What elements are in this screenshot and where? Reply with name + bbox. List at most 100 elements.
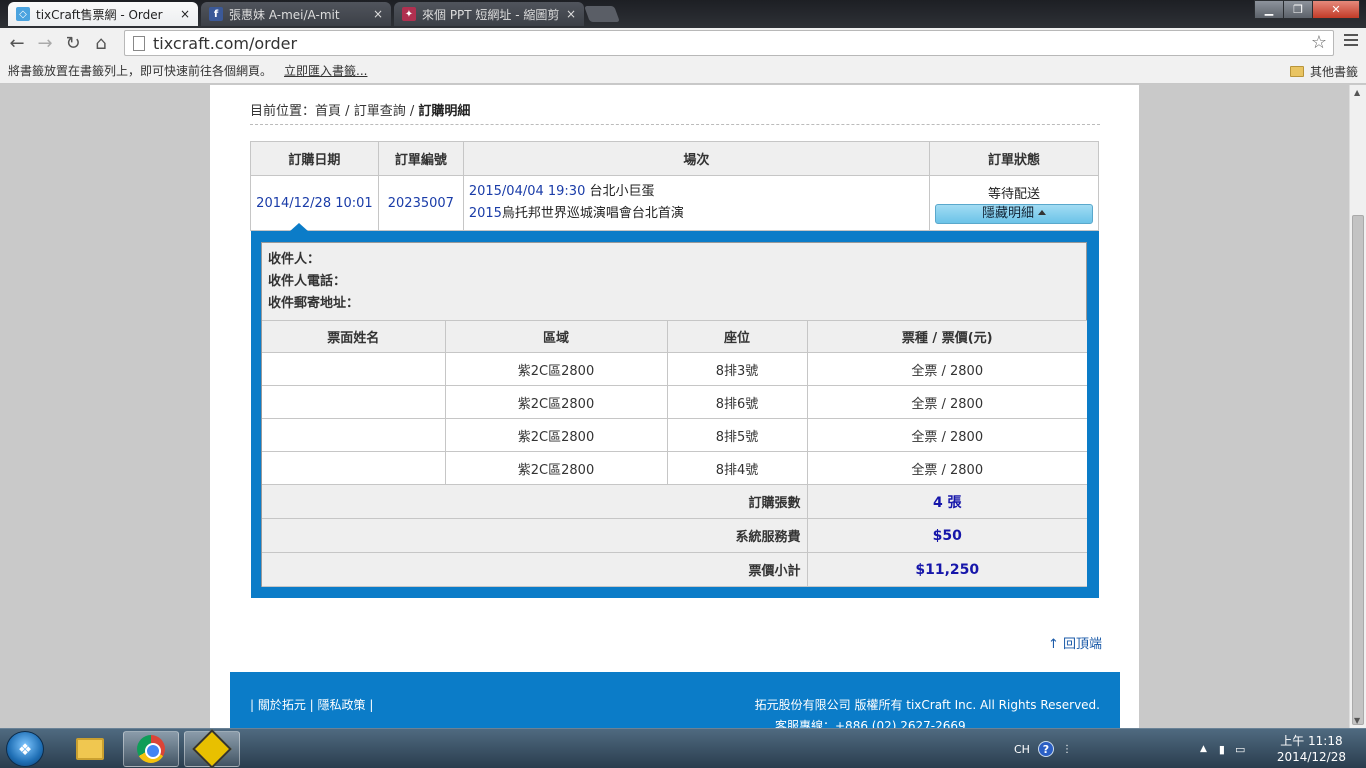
ppt-favicon-icon: ✦	[402, 7, 416, 21]
ticket-seat: 8排4號	[666, 451, 808, 485]
order-number: 20235007	[377, 175, 464, 231]
recipient-phone-label: 收件人電話：	[268, 274, 347, 289]
app-taskbar-button[interactable]	[184, 729, 240, 768]
quantity-value: 4 張	[806, 484, 1087, 519]
ticket-row: 紫2C區2800 8排3號 全票 / 2800	[262, 352, 1087, 386]
maximize-icon[interactable]: ❐	[1283, 0, 1313, 19]
order-date: 2014/12/28 10:01	[250, 175, 379, 231]
tab-close-icon[interactable]: ×	[180, 7, 190, 21]
scroll-down-icon[interactable]: ▼	[1354, 716, 1360, 725]
ticket-type-price: 全票 / 2800	[806, 352, 1087, 386]
tixcraft-favicon-icon: ◇	[16, 7, 30, 21]
facebook-favicon-icon: f	[209, 7, 223, 21]
ticket-seat: 8排6號	[666, 385, 808, 419]
tab-close-icon[interactable]: ×	[373, 7, 383, 21]
tab-title: 來個 PPT 短網址 - 縮圖剪	[422, 7, 560, 22]
summary-row-quantity: 訂購張數 4 張	[262, 484, 1087, 519]
subtotal-label: 票價小計	[262, 552, 808, 587]
scrollbar-thumb[interactable]	[1352, 215, 1364, 725]
vertical-scrollbar[interactable]: ▲ ▼	[1349, 85, 1366, 728]
reload-icon[interactable]: ↻	[59, 29, 87, 57]
back-arrow-icon[interactable]: ←	[3, 29, 31, 57]
breadcrumb-home-link[interactable]: 首頁	[315, 104, 341, 119]
address-bar[interactable]: tixcraft.com/order ☆	[124, 30, 1334, 56]
header-holder-name: 票面姓名	[262, 320, 446, 353]
window-controls: ▁ ❐ ✕	[1254, 0, 1360, 19]
hide-details-label: 隱藏明細	[981, 205, 1034, 221]
chrome-icon	[137, 735, 165, 763]
url-text[interactable]: tixcraft.com/order	[153, 34, 297, 53]
breadcrumb-current: 訂購明細	[418, 104, 471, 119]
ticket-area: 紫2C區2800	[444, 418, 668, 452]
home-icon[interactable]: ⌂	[87, 29, 115, 57]
header-order-date: 訂購日期	[250, 141, 379, 176]
session-time: 2015/04/04 19:30	[468, 184, 586, 199]
ime-options-icon[interactable]: ⋮	[1062, 744, 1072, 755]
tab-strip: ◇ tixCraft售票網 - Order × f 張惠妹 A-mei/A-mi…	[0, 0, 1366, 28]
clock-date: 2014/12/28	[1276, 750, 1346, 764]
back-to-top-link[interactable]: ↑ 回頂端	[1048, 633, 1102, 652]
order-header-row: 訂購日期 訂單編號 場次 訂單狀態	[250, 141, 1100, 176]
window-close-icon[interactable]: ✕	[1312, 0, 1360, 19]
explorer-taskbar-button[interactable]	[62, 731, 118, 767]
tab-tixcraft-order[interactable]: ◇ tixCraft售票網 - Order ×	[8, 2, 198, 26]
tab-title: tixCraft售票網 - Order	[36, 7, 163, 22]
ticket-row: 紫2C區2800 8排6號 全票 / 2800	[262, 385, 1087, 419]
new-tab-button[interactable]	[584, 6, 620, 22]
bookmark-star-icon[interactable]: ☆	[1311, 32, 1327, 53]
order-row: 2014/12/28 10:01 20235007 2015/04/04 19:…	[250, 175, 1100, 231]
system-clock[interactable]: 上午 11:18 2014/12/28	[1277, 733, 1346, 765]
hide-details-button[interactable]: 隱藏明細	[934, 203, 1093, 224]
footer-links[interactable]: | 關於拓元 | 隱私政策 |	[250, 696, 373, 713]
ticket-header-row: 票面姓名 區域 座位 票種 / 票價(元)	[262, 320, 1087, 353]
header-seat: 座位	[666, 320, 808, 353]
breadcrumb-prefix: 目前位置：	[250, 104, 316, 119]
breadcrumb-separator: /	[341, 104, 354, 119]
event-year: 2015	[468, 206, 502, 221]
chrome-taskbar-button[interactable]	[123, 731, 179, 767]
system-tray: ▲ ▮ ▭	[1200, 729, 1245, 768]
header-session: 場次	[462, 141, 930, 176]
breadcrumb-separator: /	[405, 104, 419, 119]
ticket-area: 紫2C區2800	[444, 385, 668, 419]
tab-amei-facebook[interactable]: f 張惠妹 A-mei/A-mit ×	[201, 2, 391, 26]
ticket-seat: 8排3號	[666, 352, 808, 386]
tab-close-icon[interactable]: ×	[566, 7, 576, 21]
help-icon[interactable]: ?	[1037, 741, 1054, 757]
ticket-seat: 8排5號	[666, 418, 808, 452]
recipient-info: 收件人： 收件人電話： 收件郵寄地址：	[262, 243, 1086, 319]
import-bookmarks-link[interactable]: 立即匯入書籤...	[284, 62, 367, 79]
order-status: 等待配送	[987, 186, 1040, 202]
service-fee-value: $50	[806, 518, 1087, 553]
app-icon	[192, 729, 232, 768]
minimize-icon[interactable]: ▁	[1254, 0, 1284, 19]
scroll-up-icon[interactable]: ▲	[1354, 88, 1360, 97]
footer-copyright: 拓元股份有限公司 版權所有 tixCraft Inc. All Rights R…	[754, 698, 1100, 712]
summary-row-subtotal: 票價小計 $11,250	[262, 552, 1087, 587]
detail-inner: 收件人： 收件人電話： 收件郵寄地址： 票面姓名 區域 座位 票種 / 票價(元…	[261, 242, 1087, 587]
start-button[interactable]: ❖	[6, 731, 44, 767]
tab-ppt-short-url[interactable]: ✦ 來個 PPT 短網址 - 縮圖剪 ×	[394, 2, 584, 26]
ticket-area: 紫2C區2800	[444, 352, 668, 386]
ticket-holder	[262, 385, 446, 419]
header-order-number: 訂單編號	[377, 141, 464, 176]
event-name: 烏托邦世界巡城演唱會台北首演	[501, 206, 684, 221]
ticket-holder	[262, 418, 446, 452]
breadcrumb-query-link[interactable]: 訂單查詢	[354, 104, 406, 119]
menu-icon[interactable]	[1344, 34, 1358, 46]
forward-arrow-icon[interactable]: →	[31, 29, 59, 57]
clock-time: 上午 11:18	[1280, 734, 1343, 748]
show-hidden-icons-icon[interactable]: ▲	[1200, 744, 1207, 754]
ticket-type-price: 全票 / 2800	[806, 451, 1087, 485]
quantity-label: 訂購張數	[262, 484, 808, 519]
recipient-address-label: 收件郵寄地址：	[268, 296, 360, 311]
network-icon[interactable]: ▭	[1235, 743, 1245, 756]
tab-title: 張惠妹 A-mei/A-mit	[229, 7, 340, 22]
ticket-row: 紫2C區2800 8排5號 全票 / 2800	[262, 418, 1087, 452]
language-indicator[interactable]: CH	[1014, 743, 1030, 756]
other-bookmarks-button[interactable]: 其他書籤	[1289, 63, 1358, 80]
folder-icon	[1289, 66, 1304, 77]
ticket-table: 票面姓名 區域 座位 票種 / 票價(元) 紫2C區2800 8排3號 全票 /…	[262, 320, 1087, 587]
devices-icon[interactable]: ▮	[1219, 743, 1225, 756]
recipient-name-label: 收件人：	[268, 252, 321, 267]
